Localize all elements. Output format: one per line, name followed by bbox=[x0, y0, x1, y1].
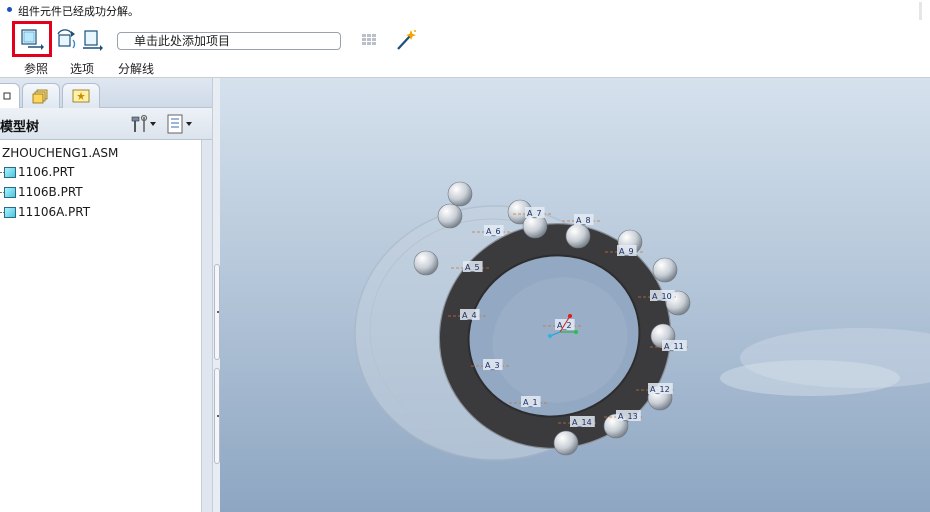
favorites-icon bbox=[72, 89, 90, 103]
tab-folder-browser[interactable] bbox=[22, 83, 60, 108]
tab-favorites[interactable] bbox=[62, 83, 100, 108]
grid-icon bbox=[362, 34, 376, 45]
status-message: 组件元件已经成功分解。 bbox=[18, 5, 139, 18]
model-tree-icon bbox=[3, 92, 11, 100]
magic-wand-icon bbox=[397, 30, 416, 50]
copy-position-button[interactable] bbox=[78, 26, 106, 54]
info-bullet-icon bbox=[7, 7, 12, 12]
settings-icon bbox=[131, 114, 156, 132]
part-icon bbox=[4, 186, 16, 198]
tab-options[interactable]: 选项 bbox=[70, 60, 94, 77]
grid-toggle-button[interactable] bbox=[356, 26, 384, 54]
move-component-icon bbox=[21, 29, 44, 50]
background-haze bbox=[720, 328, 930, 396]
ball bbox=[437, 203, 463, 229]
datum-axis-label[interactable]: A_13 bbox=[618, 412, 638, 421]
settings-menu-button[interactable] bbox=[130, 114, 158, 134]
copy-position-icon bbox=[83, 30, 103, 51]
datum-axis-label[interactable]: A_3 bbox=[485, 361, 500, 370]
folder-icon bbox=[32, 89, 48, 104]
show-menu-button[interactable] bbox=[166, 114, 194, 134]
model-tree-title: 模型树 bbox=[0, 120, 40, 135]
tree-item-assembly[interactable]: ZHOUCHENG1.ASM bbox=[0, 144, 118, 162]
ball bbox=[652, 257, 678, 283]
tree-item-label: 1106.PRT bbox=[18, 165, 75, 179]
part-icon bbox=[4, 166, 16, 178]
add-item-collector[interactable]: 单击此处添加项目 bbox=[117, 32, 341, 50]
explode-dashboard: 单击此处添加项目 参照 选项 分解线 bbox=[0, 21, 930, 78]
datum-axis-label[interactable]: A_12 bbox=[650, 385, 670, 394]
bearing-model-view: A_1A_2A_3A_4A_5A_6A_7A_8A_9A_10A_11A_12A… bbox=[354, 181, 930, 461]
create-explode-line-button[interactable] bbox=[392, 26, 420, 54]
model-tree-tools bbox=[130, 114, 194, 134]
model-tree: ZHOUCHENG1.ASM 1106.PRT 1106B.PRT 11106A… bbox=[0, 140, 202, 512]
datum-axis-label[interactable]: A_9 bbox=[619, 247, 634, 256]
model-tree-header: 模型树 bbox=[0, 108, 212, 140]
datum-axis-label[interactable]: A_1 bbox=[523, 398, 538, 407]
datum-axis-label[interactable]: A_4 bbox=[462, 311, 477, 320]
ball bbox=[553, 430, 579, 456]
message-area: 组件元件已经成功分解。 bbox=[0, 0, 930, 22]
datum-axis-label[interactable]: A_8 bbox=[576, 216, 591, 225]
tree-item-label: ZHOUCHENG1.ASM bbox=[2, 146, 119, 160]
rotate-component-icon bbox=[57, 29, 76, 49]
tab-references[interactable]: 参照 bbox=[24, 60, 48, 77]
model-tree-panel: 模型树 ZHOUCHENG1.ASM 1106.PRT 1106B.PRT 11… bbox=[0, 108, 212, 512]
ball bbox=[447, 181, 473, 207]
datum-axis-label[interactable]: A_7 bbox=[527, 209, 542, 218]
navigator-tabs bbox=[0, 78, 212, 108]
grip-dot bbox=[217, 415, 219, 417]
tree-item-label: 11106A.PRT bbox=[18, 205, 91, 219]
tree-item-part[interactable]: 1106.PRT bbox=[0, 163, 74, 181]
ball bbox=[565, 223, 591, 249]
datum-axis-label[interactable]: A_10 bbox=[652, 292, 672, 301]
rotate-component-button[interactable] bbox=[52, 26, 80, 54]
message-scrollbar[interactable] bbox=[919, 2, 922, 20]
tree-item-part[interactable]: 1106B.PRT bbox=[0, 183, 83, 201]
move-component-button[interactable] bbox=[12, 21, 52, 57]
tab-model-tree[interactable] bbox=[0, 83, 20, 108]
datum-axis-label[interactable]: A_6 bbox=[486, 227, 501, 236]
datum-axis-label[interactable]: A_5 bbox=[465, 263, 480, 272]
graphics-window[interactable]: A_1A_2A_3A_4A_5A_6A_7A_8A_9A_10A_11A_12A… bbox=[220, 78, 930, 512]
ball bbox=[413, 250, 439, 276]
grip-dot bbox=[217, 311, 219, 313]
datum-axis-label[interactable]: A_11 bbox=[664, 342, 684, 351]
datum-axis-label[interactable]: A_14 bbox=[572, 418, 592, 427]
tab-explode-lines[interactable]: 分解线 bbox=[118, 60, 154, 77]
tree-item-part[interactable]: 11106A.PRT bbox=[0, 203, 90, 221]
part-icon bbox=[4, 206, 16, 218]
show-icon bbox=[167, 114, 192, 134]
tree-item-label: 1106B.PRT bbox=[18, 185, 83, 199]
navigator-sash[interactable] bbox=[212, 78, 220, 512]
